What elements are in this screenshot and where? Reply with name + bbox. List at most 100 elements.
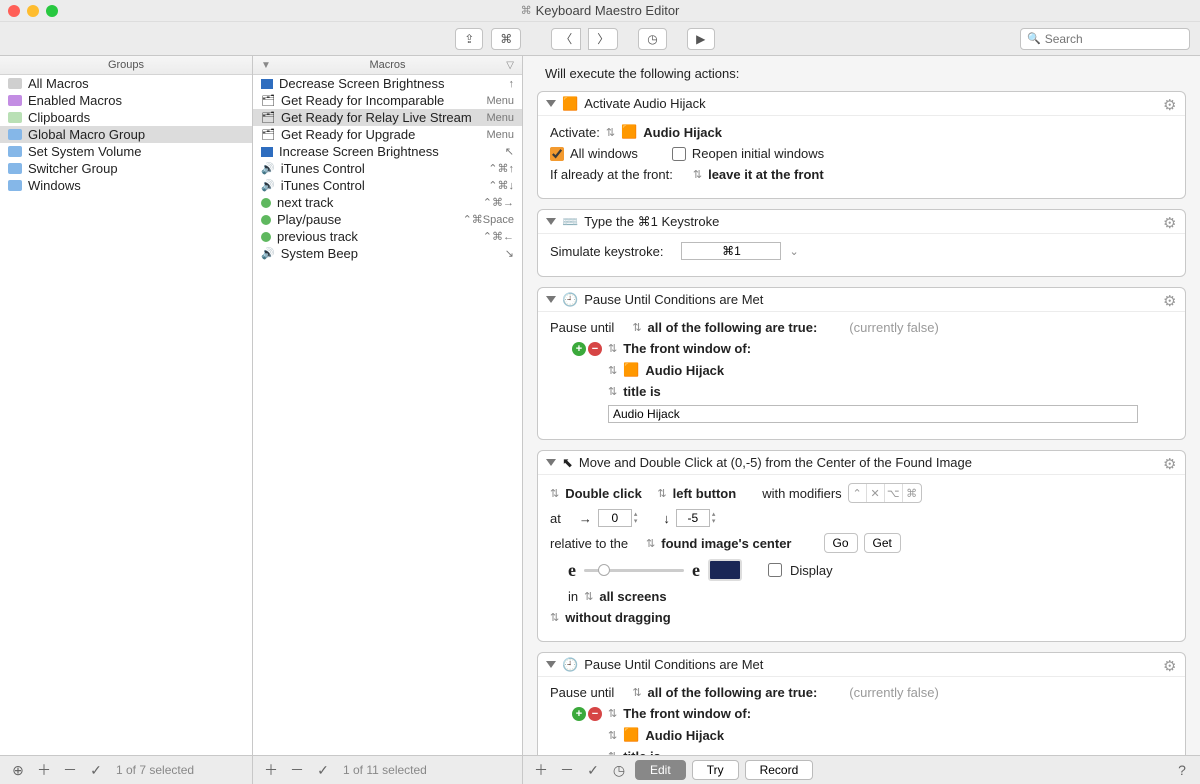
macro-row[interactable]: 🗂Get Ready for IncomparableMenu — [253, 92, 522, 109]
edit-toggle[interactable]: Edit — [635, 760, 686, 780]
history-back-button[interactable]: 〈 — [551, 28, 581, 50]
selector-icon[interactable]: ⇅ — [632, 686, 641, 699]
pause-mode[interactable]: all of the following are true: — [648, 320, 818, 335]
group-row[interactable]: Enabled Macros — [0, 92, 252, 109]
in-value[interactable]: all screens — [599, 589, 666, 604]
disclosure-icon[interactable] — [546, 661, 556, 668]
front-value[interactable]: leave it at the front — [708, 167, 824, 182]
remove-condition-button[interactable]: − — [588, 707, 602, 721]
selector-icon[interactable]: ⇅ — [657, 487, 666, 500]
selector-icon[interactable]: ⇅ — [608, 385, 617, 398]
selector-icon[interactable]: ⇅ — [584, 590, 593, 603]
selector-icon[interactable]: ⇅ — [646, 537, 655, 550]
all-windows-checkbox[interactable] — [550, 147, 564, 161]
selector-icon[interactable]: ⇅ — [693, 168, 702, 181]
selector-icon[interactable]: ⇅ — [550, 611, 559, 624]
action-header[interactable]: 🕘 Pause Until Conditions are Met ⚙ — [538, 288, 1185, 312]
command-button[interactable]: ⌘ — [491, 28, 521, 50]
go-button[interactable]: Go — [824, 533, 858, 553]
selector-icon[interactable]: ⇅ — [608, 750, 617, 755]
remove-condition-button[interactable]: − — [588, 342, 602, 356]
macro-row[interactable]: next track⌃⌘→ — [253, 194, 522, 211]
group-row[interactable]: Set System Volume — [0, 143, 252, 160]
fuzzy-slider[interactable] — [584, 561, 684, 579]
groups-remove-button[interactable]: － — [60, 760, 80, 780]
run-button[interactable]: ▶ — [687, 28, 715, 50]
cond-title-op[interactable]: title is — [623, 384, 661, 399]
close-button[interactable] — [8, 5, 20, 17]
drag-value[interactable]: without dragging — [565, 610, 670, 625]
cond-value-field[interactable] — [608, 405, 1138, 423]
selector-icon[interactable]: ⇅ — [608, 364, 617, 377]
recent-button[interactable]: ◷ — [638, 28, 666, 50]
add-condition-button[interactable]: + — [572, 707, 586, 721]
cond-window[interactable]: The front window of: — [623, 706, 751, 721]
gear-icon[interactable]: ⚙ — [1163, 214, 1179, 230]
macro-row[interactable]: 🗂Get Ready for Relay Live StreamMenu — [253, 109, 522, 126]
gear-icon[interactable]: ⚙ — [1163, 292, 1179, 308]
action-remove-button[interactable]: － — [557, 760, 577, 780]
y-stepper[interactable]: ▴▾ — [712, 511, 716, 525]
keystroke-dropdown-icon[interactable]: ⌄ — [789, 245, 798, 258]
found-image-thumbnail[interactable] — [708, 559, 742, 581]
macro-row[interactable]: Increase Screen Brightness↖ — [253, 143, 522, 160]
selector-icon[interactable]: ⇅ — [608, 342, 617, 355]
action-recent-button[interactable]: ◷ — [609, 760, 629, 780]
shift-modifier[interactable]: ✕ — [867, 484, 885, 502]
cond-title-op[interactable]: title is — [623, 749, 661, 755]
click-mode[interactable]: Double click — [565, 486, 642, 501]
option-modifier[interactable]: ⌥ — [885, 484, 903, 502]
macros-enable-button[interactable]: ✓ — [313, 760, 333, 780]
disclosure-icon[interactable] — [546, 459, 556, 466]
action-header[interactable]: 🟧 Activate Audio Hijack ⚙ — [538, 92, 1185, 116]
group-row[interactable]: Switcher Group — [0, 160, 252, 177]
group-row[interactable]: Global Macro Group — [0, 126, 252, 143]
filter-right-icon[interactable]: ▽ — [506, 60, 514, 71]
action-enable-button[interactable]: ✓ — [583, 760, 603, 780]
gear-icon[interactable]: ⚙ — [1163, 657, 1179, 673]
y-field[interactable] — [676, 509, 710, 527]
group-row[interactable]: Clipboards — [0, 109, 252, 126]
search-input[interactable] — [1045, 32, 1183, 46]
action-add-button[interactable]: ＋ — [531, 760, 551, 780]
help-button[interactable]: ? — [1172, 760, 1192, 780]
display-checkbox[interactable] — [768, 563, 782, 577]
add-condition-button[interactable]: + — [572, 342, 586, 356]
groups-add-button[interactable]: ＋ — [34, 760, 54, 780]
reopen-checkbox[interactable] — [672, 147, 686, 161]
selector-icon[interactable]: ⇅ — [550, 487, 559, 500]
selector-icon[interactable]: ⇅ — [606, 126, 615, 139]
zoom-button[interactable] — [46, 5, 58, 17]
search-box[interactable]: 🔍 — [1020, 28, 1190, 50]
groups-enable-button[interactable]: ✓ — [86, 760, 106, 780]
try-button[interactable]: Try — [692, 760, 739, 780]
action-header[interactable]: ⬉ Move and Double Click at (0,-5) from t… — [538, 451, 1185, 475]
ctrl-modifier[interactable]: ⌃ — [849, 484, 867, 502]
macro-row[interactable]: 🔊iTunes Control⌃⌘↑ — [253, 160, 522, 177]
x-field[interactable] — [598, 509, 632, 527]
gear-icon[interactable]: ⚙ — [1163, 455, 1179, 471]
macro-row[interactable]: 🔊iTunes Control⌃⌘↓ — [253, 177, 522, 194]
group-row[interactable]: Windows — [0, 177, 252, 194]
keystroke-field[interactable] — [681, 242, 781, 260]
get-button[interactable]: Get — [864, 533, 901, 553]
click-button[interactable]: left button — [673, 486, 737, 501]
gear-icon[interactable]: ⚙ — [1163, 96, 1179, 112]
disclosure-icon[interactable] — [546, 218, 556, 225]
action-header[interactable]: ⌨️ Type the ⌘1 Keystroke ⚙ — [538, 210, 1185, 234]
cond-app[interactable]: Audio Hijack — [645, 728, 724, 743]
x-stepper[interactable]: ▴▾ — [634, 511, 638, 525]
minimize-button[interactable] — [27, 5, 39, 17]
macros-remove-button[interactable]: － — [287, 760, 307, 780]
filter-left-icon[interactable]: ▼ — [261, 60, 271, 71]
pause-mode[interactable]: all of the following are true: — [648, 685, 818, 700]
disclosure-icon[interactable] — [546, 296, 556, 303]
macro-row[interactable]: previous track⌃⌘← — [253, 228, 522, 245]
relative-value[interactable]: found image's center — [661, 536, 791, 551]
cond-app[interactable]: Audio Hijack — [645, 363, 724, 378]
disclosure-icon[interactable] — [546, 100, 556, 107]
macro-row[interactable]: 🔊System Beep↘ — [253, 245, 522, 262]
macros-add-button[interactable]: ＋ — [261, 760, 281, 780]
group-row[interactable]: All Macros — [0, 75, 252, 92]
cond-window[interactable]: The front window of: — [623, 341, 751, 356]
